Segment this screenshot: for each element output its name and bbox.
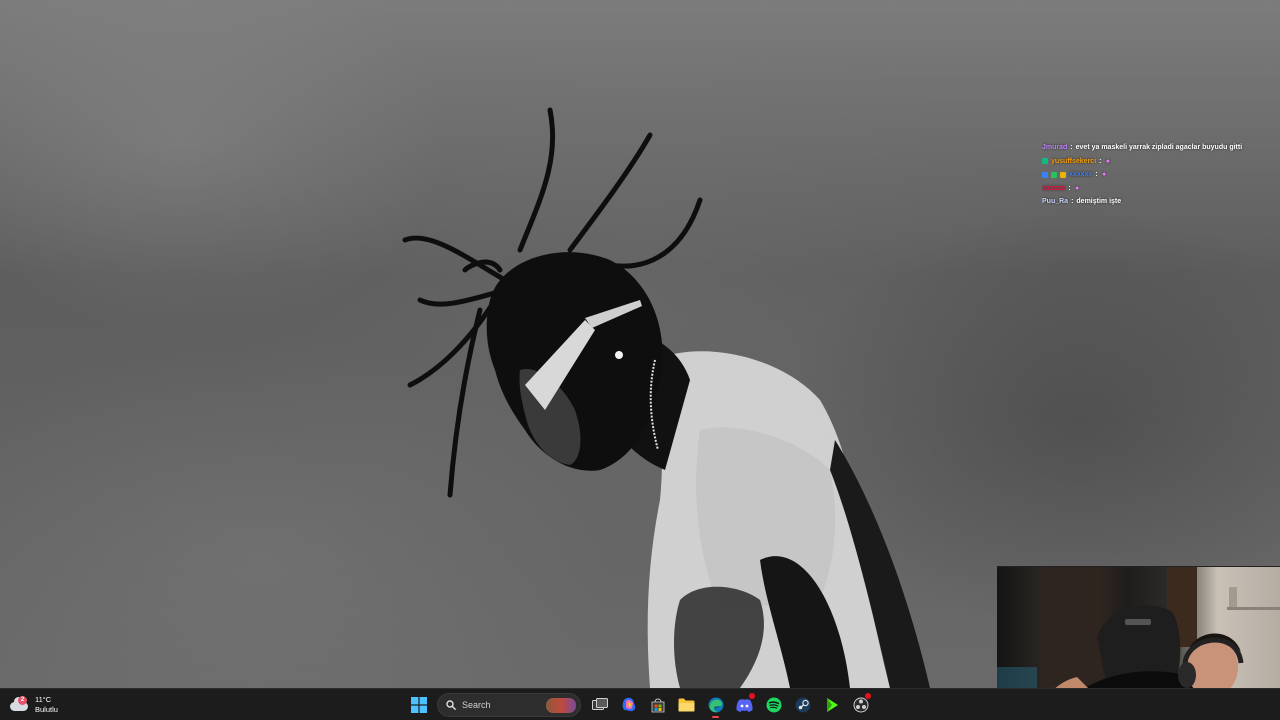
weather-text: 11°C Bulutlu — [35, 695, 58, 715]
weather-condition: Bulutlu — [35, 705, 58, 714]
store-icon — [651, 698, 664, 713]
start-button[interactable] — [404, 691, 433, 719]
edge-button[interactable] — [701, 691, 730, 719]
discord-button[interactable] — [730, 691, 759, 719]
chat-message: Puu_Ra : demiştim işte — [1042, 195, 1272, 209]
chat-username: yusuffsekerci — [1051, 157, 1097, 165]
chat-separator: : — [1099, 157, 1102, 165]
chat-text: evet ya maskeli yarrak zipladi agaclar b… — [1075, 144, 1243, 151]
play-arrow-icon — [826, 698, 838, 712]
weather-temperature: 11°C — [35, 695, 52, 704]
cloud-icon: 2 — [10, 696, 28, 712]
taskbar-search-box[interactable]: Search — [437, 693, 581, 717]
chat-message: yusuffsekerci : ✦ — [1042, 155, 1272, 169]
task-view-button[interactable] — [585, 691, 614, 719]
chat-separator: : — [1070, 144, 1073, 151]
sparkle-emote-icon: ✦ — [1073, 183, 1081, 193]
recording-indicator — [865, 693, 871, 699]
windows-logo-icon — [410, 697, 427, 713]
chat-badge-icon — [1042, 158, 1048, 165]
taskbar: 2 11°C Bulutlu Search — [0, 688, 1280, 720]
chat-separator: : — [1071, 198, 1074, 206]
discord-icon — [736, 698, 753, 712]
store-button[interactable] — [643, 691, 672, 719]
chat-username: xxxxxx — [1069, 171, 1093, 179]
search-label: Search — [462, 700, 491, 710]
steam-icon — [795, 697, 810, 713]
search-icon — [446, 700, 456, 710]
chat-username: xxxxxx — [1042, 184, 1066, 192]
chat-separator: : — [1068, 184, 1071, 192]
obs-icon — [853, 697, 868, 713]
sparkle-emote-icon: ✦ — [1104, 156, 1112, 166]
obs-button[interactable] — [846, 691, 875, 719]
steam-button[interactable] — [788, 691, 817, 719]
edge-icon — [708, 697, 723, 713]
chat-message: Jmurad : evet ya maskeli yarrak zipladi … — [1042, 141, 1272, 155]
green-app-button[interactable] — [817, 691, 846, 719]
stream-chat-overlay: Jmurad : evet ya maskeli yarrak zipladi … — [1042, 141, 1272, 209]
chat-badge-icon — [1051, 171, 1057, 178]
search-highlight-image — [546, 698, 576, 713]
spotify-button[interactable] — [759, 691, 788, 719]
weather-alert-badge: 2 — [18, 696, 27, 705]
chat-username: Jmurad — [1042, 144, 1068, 151]
chat-message: xxxxxx : ✦ — [1042, 182, 1272, 196]
chat-text: demiştim işte — [1076, 198, 1122, 206]
chat-username: Puu_Ra — [1042, 198, 1069, 206]
running-indicator — [712, 716, 719, 718]
sparkle-emote-icon: ✦ — [1100, 170, 1108, 180]
weather-widget[interactable]: 2 11°C Bulutlu — [10, 693, 58, 717]
notification-badge — [749, 693, 755, 699]
chat-badge-icon — [1042, 171, 1048, 178]
copilot-icon — [622, 697, 635, 712]
chat-badge-icon — [1060, 171, 1066, 178]
file-explorer-button[interactable] — [672, 691, 701, 719]
copilot-button[interactable] — [614, 691, 643, 719]
spotify-icon — [766, 697, 781, 713]
chat-message: xxxxxx : ✦ — [1042, 168, 1272, 182]
chat-separator: : — [1095, 171, 1098, 179]
folder-icon — [678, 698, 695, 712]
taskbar-center: Search — [404, 691, 875, 719]
task-view-icon — [591, 698, 608, 710]
